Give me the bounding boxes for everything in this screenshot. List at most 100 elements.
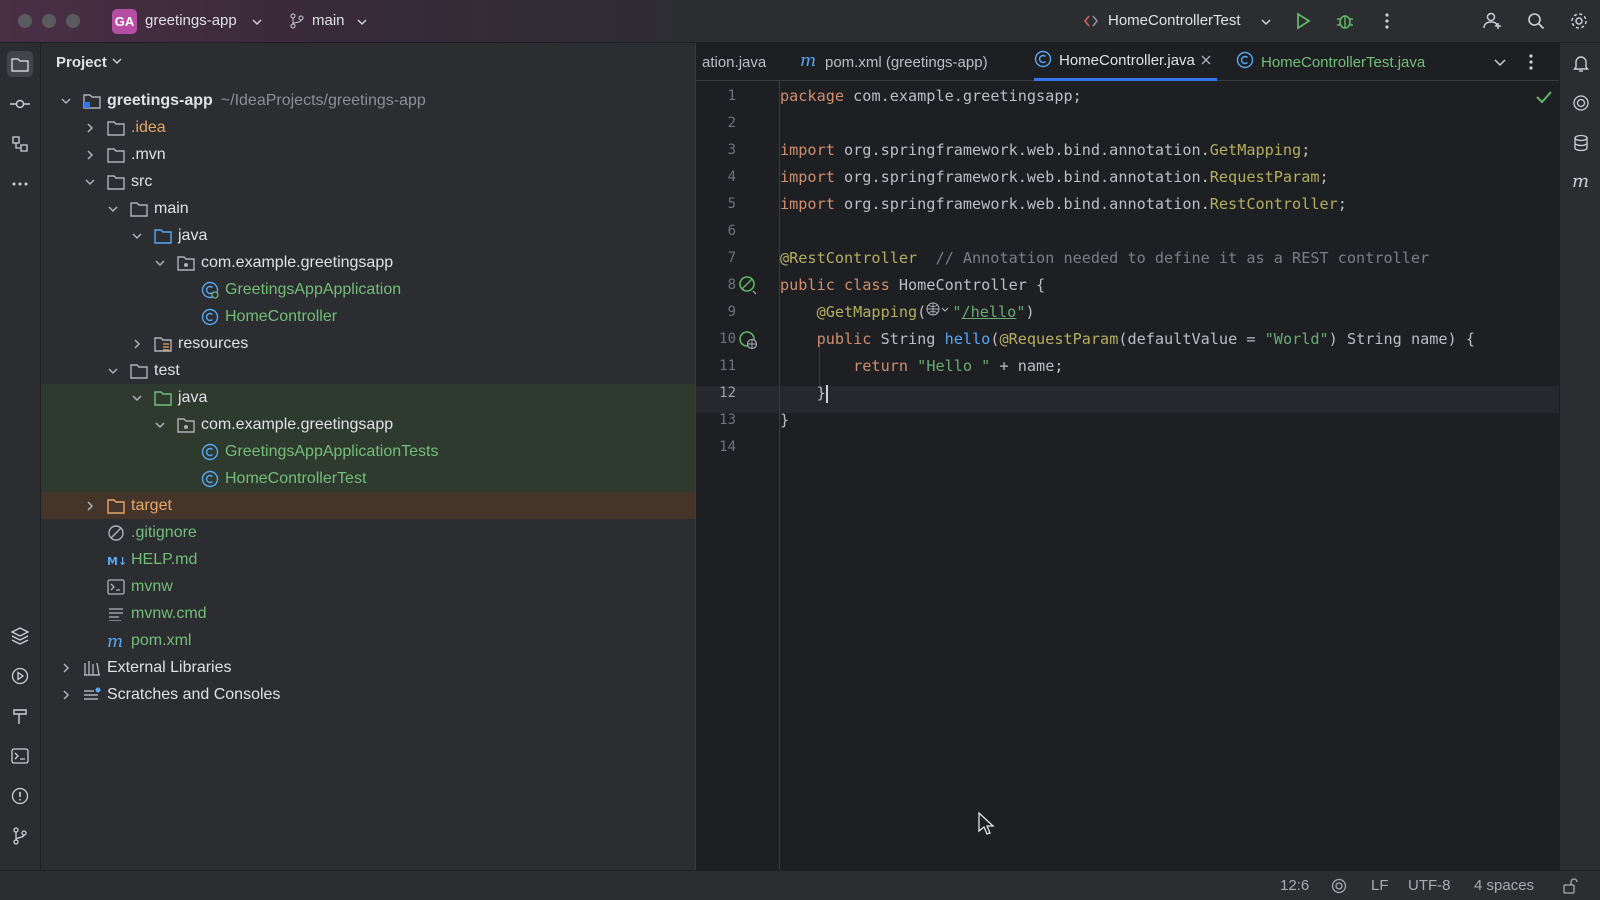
layers-services-icon[interactable]: [7, 623, 33, 649]
tab-list-chevron-icon[interactable]: [1493, 55, 1507, 74]
tree-item-homecontrollertest[interactable]: HomeControllerTest: [41, 465, 695, 492]
code-line-3[interactable]: import org.springframework.web.bind.anno…: [780, 137, 1310, 164]
chevron-right-icon[interactable]: [83, 121, 97, 135]
notifications-bell-icon[interactable]: [1569, 51, 1593, 75]
svg-text:m: m: [800, 52, 816, 68]
chevron-down-icon[interactable]: [130, 391, 144, 405]
problems-icon[interactable]: [7, 783, 33, 809]
code-line-10[interactable]: public String hello(@RequestParam(defaul…: [780, 326, 1475, 353]
code-line-7[interactable]: @RestController // Annotation needed to …: [780, 245, 1429, 272]
code-line-5[interactable]: import org.springframework.web.bind.anno…: [780, 191, 1347, 218]
ai-status-icon[interactable]: [1331, 878, 1347, 898]
tree-item-greetingsappapplication[interactable]: GreetingsAppApplication: [41, 276, 695, 303]
chevron-down-icon[interactable]: [153, 256, 167, 270]
line-separator[interactable]: LF: [1371, 877, 1389, 894]
code-line-13[interactable]: }: [780, 407, 789, 434]
more-actions-icon[interactable]: [1376, 10, 1398, 32]
globe-icon[interactable]: [926, 299, 952, 326]
tree-item-java-source[interactable]: java: [41, 222, 695, 249]
maven-icon[interactable]: m: [1569, 169, 1593, 193]
line-number: 4: [727, 169, 736, 185]
tree-item-greetingsappapplicationtests[interactable]: GreetingsAppApplicationTests: [41, 438, 695, 465]
tree-item-external-libraries[interactable]: External Libraries: [41, 654, 695, 681]
chevron-down-icon[interactable]: [59, 94, 73, 108]
code-line-12[interactable]: }: [780, 380, 828, 407]
chevron-right-icon[interactable]: [130, 337, 144, 351]
code-line-4[interactable]: import org.springframework.web.bind.anno…: [780, 164, 1329, 191]
code-line-9[interactable]: @GetMapping("/hello"): [780, 299, 1035, 326]
chevron-right-icon[interactable]: [83, 148, 97, 162]
tab-application-java[interactable]: ation.java: [702, 43, 766, 81]
lock-icon[interactable]: [1562, 878, 1578, 898]
tab-pom-xml[interactable]: m pom.xml (greetings-app): [800, 43, 988, 81]
chevron-right-icon[interactable]: [59, 688, 73, 702]
tree-item-homecontroller[interactable]: HomeController: [41, 303, 695, 330]
structure-icon[interactable]: [7, 131, 33, 157]
tree-item-mvn[interactable]: .mvn: [41, 141, 695, 168]
search-icon[interactable]: [1525, 10, 1547, 32]
project-switcher[interactable]: greetings-app: [145, 12, 237, 29]
close-tab-icon[interactable]: [1201, 52, 1211, 69]
project-folder-icon[interactable]: [7, 51, 33, 77]
chevron-down-icon[interactable]: [153, 418, 167, 432]
tree-item-java-test[interactable]: java: [41, 384, 695, 411]
build-hammer-icon[interactable]: [7, 703, 33, 729]
tree-item-mvnw[interactable]: mvnw: [41, 573, 695, 600]
run-window-icon[interactable]: [7, 663, 33, 689]
git-branch-icon[interactable]: [7, 823, 33, 849]
tree-item-package-test[interactable]: com.example.greetingsapp: [41, 411, 695, 438]
tree-item-gitignore[interactable]: .gitignore: [41, 519, 695, 546]
spring-bean-gutter-icon[interactable]: [738, 275, 758, 295]
indent-setting[interactable]: 4 spaces: [1474, 877, 1534, 894]
tree-item-greetings-app[interactable]: greetings-app ~/IdeaProjects/greetings-a…: [41, 87, 695, 114]
tree-item-src[interactable]: src: [41, 168, 695, 195]
endpoint-link[interactable]: /hello: [961, 303, 1016, 321]
settings-gear-icon[interactable]: [1568, 10, 1590, 32]
chevron-right-icon[interactable]: [59, 661, 73, 675]
tree-item-pom-xml[interactable]: m pom.xml: [41, 627, 695, 654]
tab-homecontroller-java[interactable]: HomeController.java: [1034, 43, 1217, 81]
chevron-down-icon[interactable]: [106, 364, 120, 378]
tree-item-label: HomeController: [225, 307, 338, 325]
code-line-1[interactable]: package com.example.greetingsapp;: [780, 83, 1082, 110]
tree-item-idea[interactable]: .idea: [41, 114, 695, 141]
tree-item-test[interactable]: test: [41, 357, 695, 384]
shell-script-icon: [107, 578, 125, 596]
close-window-button[interactable]: [18, 14, 32, 28]
code-line-11[interactable]: return "Hello " + name;: [780, 353, 1063, 380]
commit-icon[interactable]: [7, 91, 33, 117]
tree-item-resources[interactable]: resources: [41, 330, 695, 357]
run-configuration-selector[interactable]: HomeControllerTest: [1108, 12, 1241, 29]
branch-switcher[interactable]: main: [312, 12, 345, 29]
ai-assistant-icon[interactable]: [1569, 91, 1593, 115]
maximize-window-button[interactable]: [66, 14, 80, 28]
debug-icon[interactable]: [1334, 10, 1356, 32]
code-line-8[interactable]: public class HomeController {: [780, 272, 1045, 299]
database-icon[interactable]: [1569, 131, 1593, 155]
tab-homecontrollertest-java[interactable]: HomeControllerTest.java: [1236, 43, 1425, 81]
tab-more-icon[interactable]: [1528, 53, 1534, 76]
tree-item-target[interactable]: target: [41, 492, 695, 519]
project-badge[interactable]: GA: [112, 9, 137, 34]
caret-position[interactable]: 12:6: [1280, 877, 1309, 894]
tree-item-scratches-and-consoles[interactable]: Scratches and Consoles: [41, 681, 695, 708]
run-icon[interactable]: [1292, 10, 1314, 32]
add-user-icon[interactable]: [1482, 10, 1504, 32]
minimize-window-button[interactable]: [42, 14, 56, 28]
chevron-down-icon[interactable]: [106, 202, 120, 216]
more-tools-icon[interactable]: [7, 171, 33, 197]
class-icon: [1034, 50, 1052, 72]
chevron-right-icon[interactable]: [83, 499, 97, 513]
web-endpoint-gutter-icon[interactable]: [738, 330, 758, 350]
file-encoding[interactable]: UTF-8: [1408, 877, 1451, 894]
no-problems-check-icon[interactable]: [1536, 90, 1552, 109]
terminal-icon[interactable]: [7, 743, 33, 769]
tree-item-main[interactable]: main: [41, 195, 695, 222]
tree-item-help-md[interactable]: M↓ HELP.md: [41, 546, 695, 573]
ignore-file-icon: [107, 524, 125, 542]
tree-item-mvnw-cmd[interactable]: mvnw.cmd: [41, 600, 695, 627]
project-panel-title[interactable]: Project: [56, 54, 123, 71]
chevron-down-icon[interactable]: [130, 229, 144, 243]
chevron-down-icon[interactable]: [83, 175, 97, 189]
tree-item-package-main[interactable]: com.example.greetingsapp: [41, 249, 695, 276]
